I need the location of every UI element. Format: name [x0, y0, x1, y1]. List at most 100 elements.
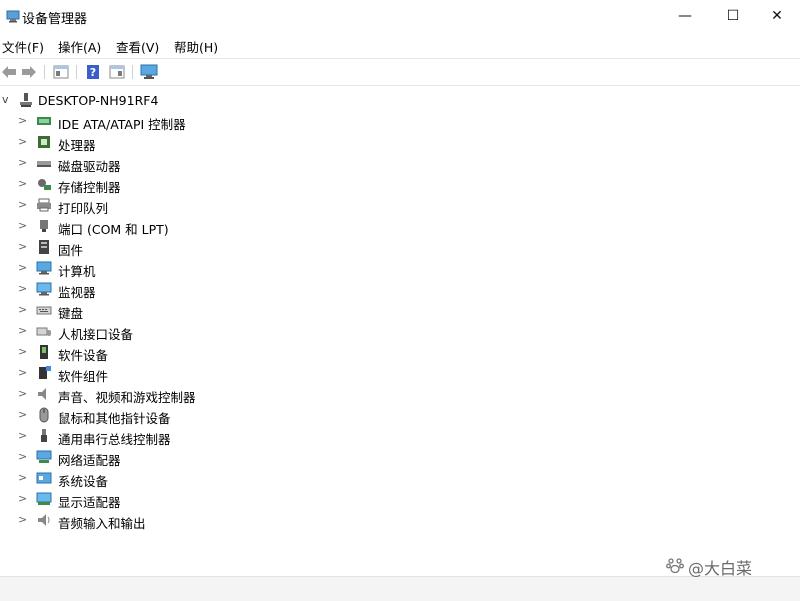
tree-item[interactable]: > 打印队列 — [0, 195, 800, 216]
properties-icon[interactable] — [52, 63, 70, 81]
network-adapter-icon — [36, 450, 52, 463]
toolbar-separator — [76, 65, 77, 79]
tree-item[interactable]: > 存储控制器 — [0, 174, 800, 195]
ide-controller-icon — [37, 117, 51, 125]
expand-toggle[interactable]: > — [18, 492, 28, 506]
back-icon[interactable] — [0, 63, 18, 81]
tree-root[interactable]: v DESKTOP-NH91RF4 — [0, 90, 800, 111]
keyboard-icon — [36, 306, 52, 315]
menu-help[interactable]: 帮助(H) — [174, 37, 218, 56]
tree-item-label: 磁盘驱动器 — [58, 159, 121, 174]
device-manager-icon — [6, 10, 20, 23]
usb-icon — [41, 429, 47, 442]
tree-item[interactable]: > 磁盘驱动器 — [0, 153, 800, 174]
tree-item-label: 鼠标和其他指针设备 — [58, 411, 171, 426]
expand-toggle[interactable]: > — [18, 177, 28, 191]
tree-item-label: 端口 (COM 和 LPT) — [58, 222, 169, 237]
tree-item-label: 键盘 — [58, 306, 84, 321]
tree-item[interactable]: > 键盘 — [0, 300, 800, 321]
system-device-icon — [36, 472, 52, 484]
tree-item-label: 打印队列 — [58, 201, 109, 216]
tree-item[interactable]: > 软件组件 — [0, 363, 800, 384]
expand-toggle[interactable]: > — [18, 408, 28, 422]
monitor-scan-icon[interactable] — [140, 63, 158, 81]
menu-bar: 文件(F) 操作(A) 查看(V) 帮助(H) — [0, 34, 800, 56]
disk-drive-icon — [37, 161, 51, 167]
computer-name: DESKTOP-NH91RF4 — [38, 93, 159, 108]
view-icon[interactable] — [108, 63, 126, 81]
tree-item[interactable]: > 监视器 — [0, 279, 800, 300]
computer-icon — [20, 93, 32, 107]
expand-toggle[interactable]: > — [18, 471, 28, 485]
firmware-icon — [39, 240, 49, 254]
tree-item-label: 系统设备 — [58, 474, 109, 489]
expand-toggle[interactable]: > — [18, 450, 28, 464]
svg-text:?: ? — [90, 66, 96, 79]
tree-item-label: 音频输入和输出 — [58, 516, 146, 531]
tree-item-label: IDE ATA/ATAPI 控制器 — [58, 117, 186, 132]
close-button[interactable]: ✕ — [754, 0, 800, 32]
expand-toggle[interactable]: > — [18, 324, 28, 338]
tree-item[interactable]: > 显示适配器 — [0, 489, 800, 510]
expand-toggle[interactable]: > — [18, 198, 28, 212]
expand-toggle[interactable]: > — [18, 303, 28, 317]
mouse-icon — [39, 407, 49, 423]
menu-action[interactable]: 操作(A) — [58, 37, 101, 56]
expand-toggle[interactable]: > — [18, 366, 28, 380]
tree-item-label: 显示适配器 — [58, 495, 121, 510]
expand-toggle[interactable]: > — [18, 219, 28, 233]
tree-item-label: 监视器 — [58, 285, 96, 300]
expand-toggle[interactable]: > — [18, 240, 28, 254]
window-title: 设备管理器 — [22, 12, 88, 27]
display-adapter-icon — [36, 492, 52, 505]
tree-item-label: 固件 — [58, 243, 84, 258]
tree-item[interactable]: > 通用串行总线控制器 — [0, 426, 800, 447]
minimize-button[interactable]: — — [662, 0, 708, 32]
tree-item[interactable]: > 固件 — [0, 237, 800, 258]
tree-item-label: 人机接口设备 — [58, 327, 134, 342]
device-tree: v DESKTOP-NH91RF4 > IDE ATA/ATAPI 控制器 > 处理器… — [0, 90, 800, 570]
processor-icon — [38, 136, 50, 148]
hid-icon — [36, 327, 51, 336]
expand-toggle[interactable]: > — [18, 156, 28, 170]
tree-item[interactable]: > 系统设备 — [0, 468, 800, 489]
tree-item-label: 计算机 — [58, 264, 96, 279]
expand-toggle[interactable]: > — [18, 282, 28, 296]
title-bar: 设备管理器 — ☐ ✕ — [0, 0, 800, 32]
watermark-text: @大白菜 — [688, 559, 753, 578]
menu-file[interactable]: 文件(F) — [2, 37, 44, 56]
menu-view[interactable]: 查看(V) — [116, 37, 159, 56]
expand-toggle[interactable]: v — [2, 93, 14, 107]
computer-icon — [36, 261, 52, 275]
expand-toggle[interactable]: > — [18, 513, 28, 527]
status-bar — [0, 576, 800, 601]
tree-item[interactable]: > 网络适配器 — [0, 447, 800, 468]
tree-item-label: 软件设备 — [58, 348, 109, 363]
printer-icon — [37, 198, 51, 212]
toolbar: ? — [0, 58, 800, 86]
expand-toggle[interactable]: > — [18, 429, 28, 443]
help-icon[interactable]: ? — [84, 63, 102, 81]
expand-toggle[interactable]: > — [18, 135, 28, 149]
tree-item[interactable]: > 处理器 — [0, 132, 800, 153]
software-device-icon — [40, 345, 48, 359]
tree-item[interactable]: > IDE ATA/ATAPI 控制器 — [0, 111, 800, 132]
storage-controller-icon — [38, 179, 51, 190]
tree-item[interactable]: > 软件设备 — [0, 342, 800, 363]
tree-item[interactable]: > 声音、视频和游戏控制器 — [0, 384, 800, 405]
tree-item-label: 存储控制器 — [58, 180, 121, 195]
maximize-button[interactable]: ☐ — [710, 0, 756, 32]
expand-toggle[interactable]: > — [18, 345, 28, 359]
tree-item[interactable]: > 音频输入和输出 — [0, 510, 800, 531]
sound-icon — [38, 388, 46, 400]
expand-toggle[interactable]: > — [18, 114, 28, 128]
tree-item[interactable]: > 端口 (COM 和 LPT) — [0, 216, 800, 237]
forward-icon[interactable] — [20, 63, 38, 81]
tree-item[interactable]: > 计算机 — [0, 258, 800, 279]
tree-item-label: 声音、视频和游戏控制器 — [58, 390, 196, 405]
tree-item[interactable]: > 鼠标和其他指针设备 — [0, 405, 800, 426]
tree-item[interactable]: > 人机接口设备 — [0, 321, 800, 342]
expand-toggle[interactable]: > — [18, 387, 28, 401]
toolbar-separator — [44, 65, 45, 79]
expand-toggle[interactable]: > — [18, 261, 28, 275]
